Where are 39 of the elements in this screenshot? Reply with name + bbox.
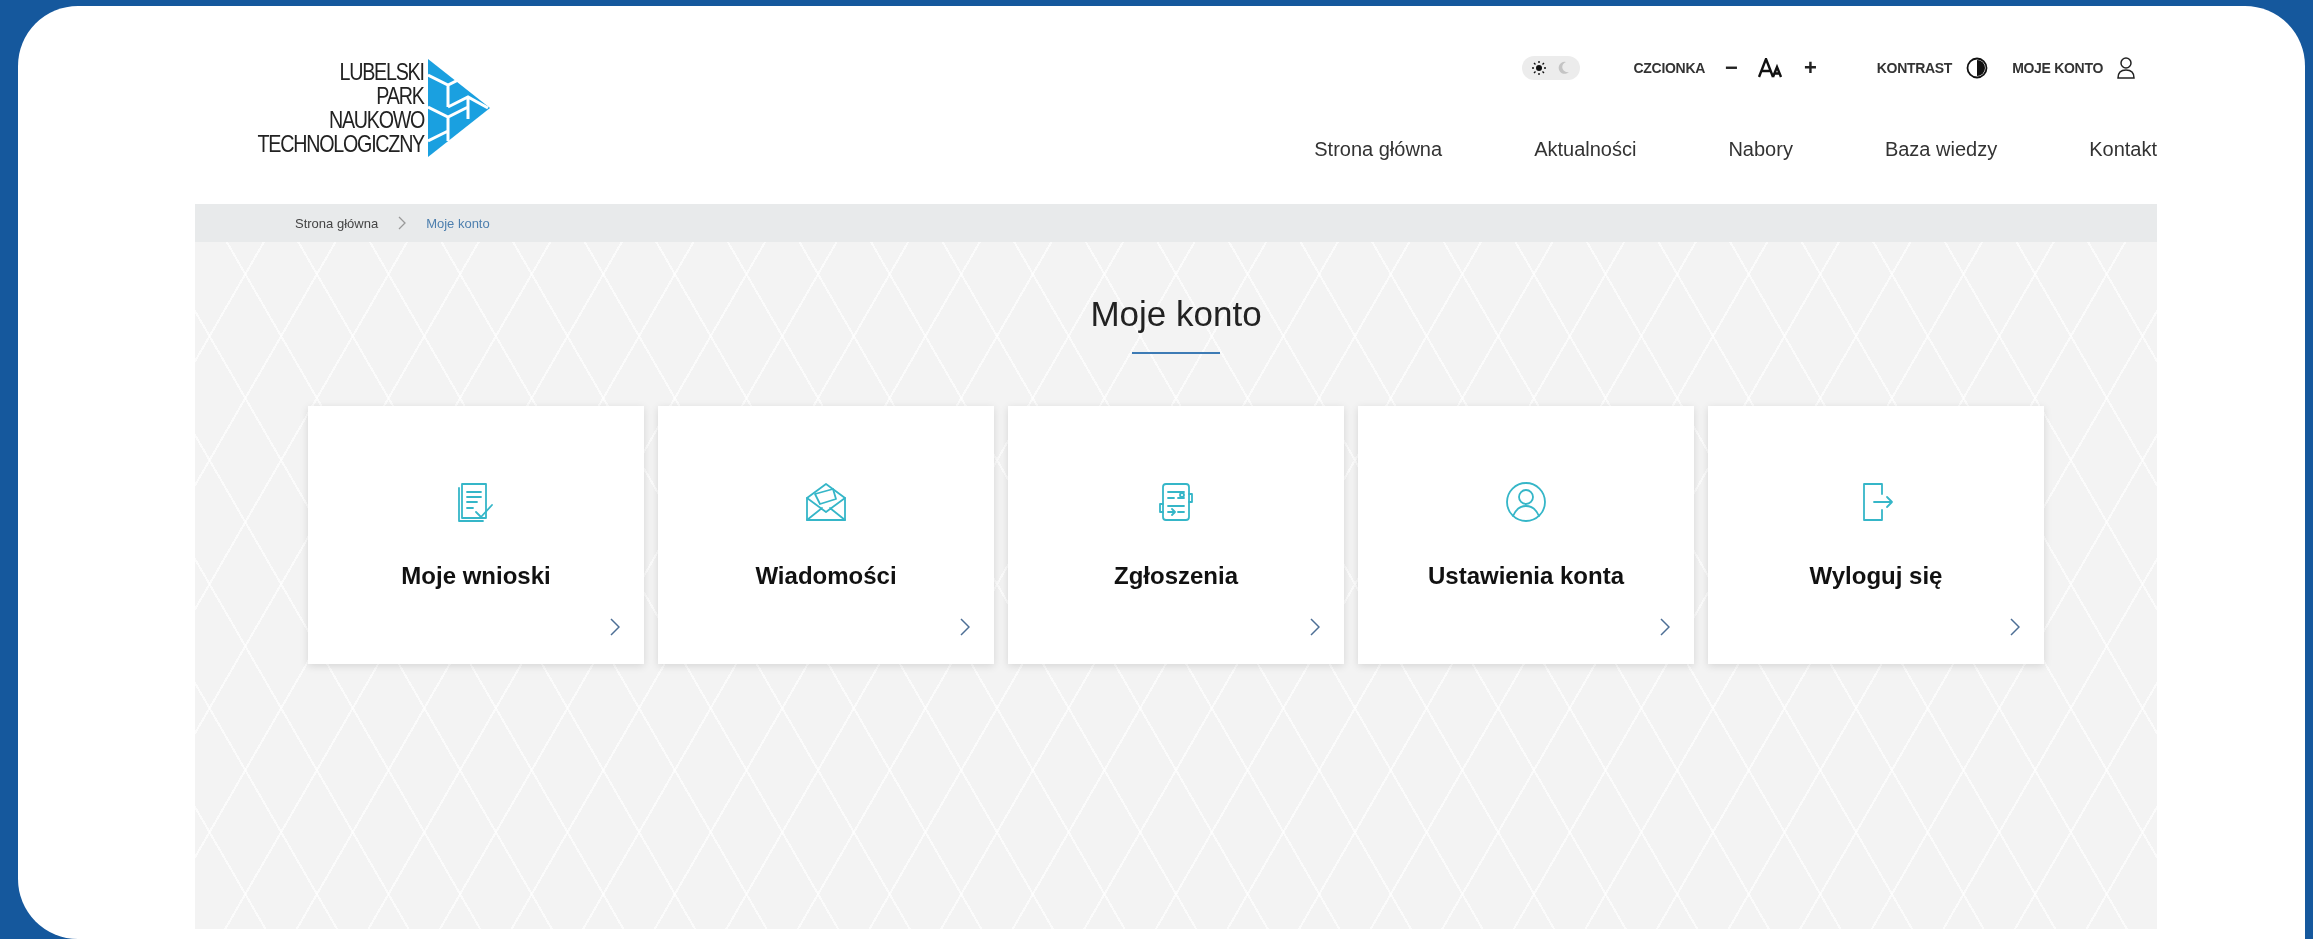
nav-link[interactable]: Baza wiedzy [1792,138,1998,161]
account-card[interactable]: Moje wnioski [308,406,644,664]
logo-text: LUBELSKI [339,60,424,84]
nav-link[interactable]: Nabory [1636,138,1793,161]
sun-icon [1531,61,1546,75]
account-card[interactable]: Ustawienia konta [1358,406,1694,664]
breadcrumb-link[interactable]: Moje konto [426,215,490,231]
font-size-icon[interactable] [1757,58,1784,78]
font-decrease-button[interactable]: − [1719,55,1744,81]
chevron-right-icon [960,618,970,636]
card-title: Wiadomości [755,562,897,590]
logo-cubes-icon [428,59,490,157]
logo-text: TECHNOLOGICZNY [257,132,424,156]
font-increase-button[interactable]: + [1797,55,1823,81]
account-card[interactable]: Wyloguj się [1708,406,2044,664]
account-card[interactable]: Zgłoszenia [1008,406,1344,664]
nav-link[interactable]: Aktualności [1442,138,1637,161]
card-title: Ustawienia konta [1427,562,1625,590]
card-title: Zgłoszenia [1114,562,1238,590]
nav-link[interactable]: Strona główna [1222,138,1443,161]
logo-text: NAUKOWO [328,108,424,132]
font-size-label: CZCIONKA [1633,60,1706,76]
theme-toggle[interactable] [1521,56,1580,80]
account-link[interactable]: MOJE KONTO [2012,60,2103,76]
chevron-right-icon [1660,618,1670,636]
contrast-label: KONTRAST [1876,60,1953,76]
contrast-icon[interactable] [1966,57,1989,79]
user-icon[interactable] [2117,57,2135,79]
account-card[interactable]: Wiadomości [658,406,994,664]
chevron-right-icon [2010,618,2020,636]
card-title: Wyloguj się [1809,562,1943,590]
chevron-right-icon [398,216,407,230]
logo-text: PARK [376,84,424,108]
chevron-right-icon [610,618,620,636]
chevron-right-icon [1310,618,1320,636]
card-title: Moje wnioski [401,562,551,590]
breadcrumb-link[interactable]: Strona główna [295,215,379,231]
nav-link[interactable]: Kontakt [1997,138,2157,161]
page-title: Moje konto [1090,294,1262,334]
